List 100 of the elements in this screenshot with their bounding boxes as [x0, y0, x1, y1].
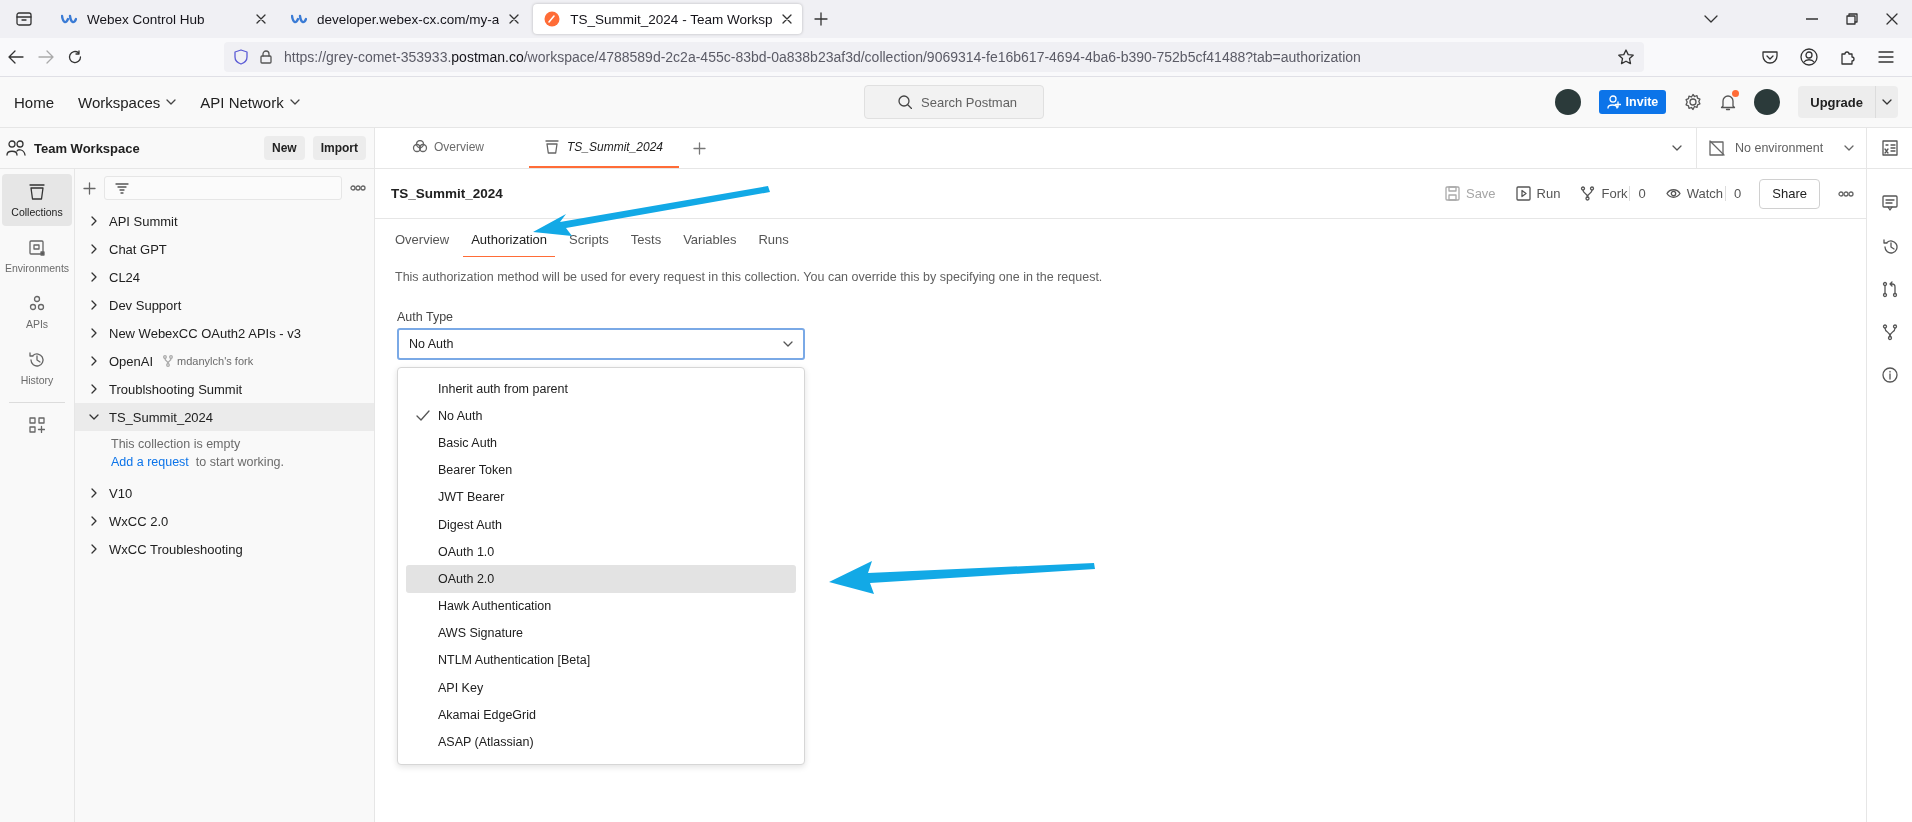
collection-item[interactable]: WxCC 2.0 [75, 507, 374, 535]
nav-link[interactable]: API Network [200, 93, 300, 111]
collection-item[interactable]: TS_Summit_2024 [75, 403, 374, 431]
comment-icon[interactable] [1881, 195, 1898, 212]
collection-item[interactable]: Chat GPT [75, 235, 374, 263]
menu-option[interactable]: AWS Signature [406, 619, 796, 647]
collection-item[interactable]: New WebexCC OAuth2 APIs - v3 [75, 319, 374, 347]
chevron-right-icon[interactable] [89, 244, 99, 254]
environment-selector[interactable]: No environment [1696, 128, 1866, 168]
fork-button[interactable]: Fork [1580, 186, 1628, 201]
puzzle-icon[interactable] [1840, 49, 1856, 65]
avatar[interactable] [1754, 89, 1781, 115]
variables-icon[interactable] [1881, 140, 1898, 156]
fork-icon[interactable] [1881, 324, 1898, 341]
editor-tab[interactable]: TS_Summit_2024 [529, 128, 679, 168]
menu-option[interactable]: Hawk Authentication [406, 592, 796, 620]
plus-icon[interactable] [83, 181, 96, 195]
address-bar[interactable]: https://grey-comet-353933.postman.co/workspace/4788589d-2c2a-455c-83bd-0a838b23af3d/collection/9069314-fe16b617-4694-4ba6-b390-752b5cf41488?tab=authorization [224, 42, 1644, 72]
collection-item[interactable]: API Summit [75, 207, 374, 235]
bell-icon[interactable] [1720, 93, 1737, 111]
chevron-right-icon[interactable] [89, 544, 99, 554]
settings-icon[interactable] [1684, 93, 1703, 111]
collection-item[interactable]: OpenAI mdanylch's fork [75, 347, 374, 375]
section-tab[interactable]: Overview [387, 223, 458, 257]
collection-item[interactable]: CL24 [75, 263, 374, 291]
menu-option[interactable]: Akamai EdgeGrid [406, 701, 796, 729]
auth-type-dropdown[interactable]: No Auth [397, 328, 805, 360]
close-icon[interactable] [256, 14, 266, 24]
chevron-down-icon[interactable] [89, 412, 99, 422]
menu-option[interactable]: NTLM Authentication [Beta] [406, 646, 796, 675]
collection-item[interactable]: WxCC Troubleshooting [75, 535, 374, 563]
tab-list-icon[interactable] [16, 12, 32, 26]
chevron-down-icon[interactable] [1672, 145, 1682, 151]
history-icon[interactable] [1881, 238, 1898, 255]
menu-option[interactable]: No Auth [406, 402, 796, 430]
close-icon[interactable] [782, 14, 793, 24]
browser-tab[interactable]: developer.webex-cx.com/my-a [280, 4, 530, 34]
close-icon[interactable] [509, 14, 520, 24]
account-icon[interactable] [1800, 48, 1818, 66]
menu-option[interactable]: Bearer Token [406, 456, 796, 484]
nav-link[interactable]: Home [14, 93, 54, 111]
restore-icon[interactable] [1846, 13, 1858, 25]
toolbar-button[interactable]: New [263, 136, 305, 160]
pocket-icon[interactable] [1762, 50, 1778, 64]
browser-tab[interactable]: Webex Control Hub [50, 4, 276, 34]
chevron-right-icon[interactable] [89, 384, 99, 394]
menu-option[interactable]: Inherit auth from parent [406, 375, 796, 403]
menu-option[interactable]: API Key [406, 674, 796, 702]
add-grid-icon[interactable] [29, 417, 45, 433]
reload-icon[interactable] [68, 50, 82, 64]
collection-item[interactable]: Dev Support [75, 291, 374, 319]
sidebar-tab[interactable]: Environments [2, 230, 72, 282]
chevron-right-icon[interactable] [89, 356, 99, 366]
nav-link[interactable]: Workspaces [78, 93, 177, 111]
chevron-right-icon[interactable] [89, 516, 99, 526]
section-tab[interactable]: Scripts [561, 223, 617, 257]
close-icon[interactable] [1886, 13, 1898, 25]
watch-button[interactable]: Watch [1665, 186, 1724, 201]
star-icon[interactable] [1618, 49, 1634, 65]
search-field[interactable]: Search Postman [864, 85, 1044, 119]
menu-option[interactable]: ASAP (Atlassian) [406, 728, 796, 756]
environments-icon [28, 238, 46, 257]
pull-request-icon[interactable] [1881, 281, 1898, 298]
run-button[interactable]: Run [1515, 186, 1561, 201]
editor-tab[interactable]: Overview [375, 128, 521, 168]
lock-icon [260, 50, 272, 64]
chevron-right-icon[interactable] [89, 328, 99, 338]
browser-tab[interactable]: TS_Summit_2024 - Team Worksp [533, 4, 803, 34]
plus-icon[interactable] [692, 141, 706, 155]
section-tab[interactable]: Runs [750, 223, 797, 257]
menu-option[interactable]: Basic Auth [406, 429, 796, 457]
info-icon[interactable] [1881, 367, 1898, 384]
more-icon[interactable] [1838, 190, 1854, 197]
chevron-right-icon[interactable] [89, 272, 99, 282]
chevron-down-icon[interactable] [1704, 15, 1718, 23]
section-tab[interactable]: Tests [622, 223, 670, 257]
sidebar-tab[interactable]: History [2, 342, 72, 394]
sidebar-tab[interactable]: APIs [2, 286, 72, 338]
menu-option[interactable]: Digest Auth [406, 510, 796, 539]
chevron-right-icon[interactable] [89, 216, 99, 226]
menu-icon[interactable] [1878, 51, 1894, 63]
chevron-right-icon[interactable] [89, 488, 99, 498]
toolbar-button[interactable]: Import [312, 136, 366, 160]
collection-item[interactable]: Troublshooting Summit [75, 375, 374, 403]
more-icon[interactable] [350, 185, 366, 191]
fork-icon [163, 355, 174, 367]
collection-item[interactable]: V10 [75, 479, 374, 507]
invite-button[interactable]: Invite [1598, 90, 1667, 114]
sidebar-tab[interactable]: Collections [2, 174, 72, 226]
chevron-right-icon[interactable] [89, 300, 99, 310]
add-request-link[interactable]: Add a request [111, 455, 189, 469]
back-icon[interactable] [8, 50, 24, 64]
menu-option[interactable]: JWT Bearer [406, 483, 796, 511]
section-tab[interactable]: Variables [675, 223, 745, 257]
menu-option[interactable]: OAuth 2.0 [406, 565, 796, 593]
filter-field[interactable] [104, 176, 342, 200]
menu-option[interactable]: OAuth 1.0 [406, 538, 796, 566]
share-button[interactable]: Share [1759, 178, 1820, 209]
avatar[interactable] [1554, 89, 1581, 115]
plus-icon[interactable] [814, 12, 829, 26]
